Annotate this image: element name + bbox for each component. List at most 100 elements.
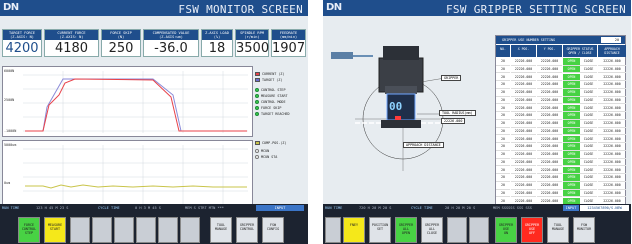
- softkey-5[interactable]: [114, 217, 134, 243]
- gripper-use-off-button[interactable]: GRIPPER USE OFF: [521, 217, 543, 243]
- cell-y-pos[interactable]: 22226.000: [537, 151, 562, 159]
- force-control-step-button[interactable]: FORCE CONTROL STEP: [18, 217, 40, 243]
- cell-x-pos[interactable]: 22226.000: [511, 74, 536, 82]
- cell-x-pos[interactable]: 22226.000: [511, 159, 536, 167]
- fsw-config-button[interactable]: FSW CONFIG: [262, 217, 284, 243]
- cell-open[interactable]: OPEN: [563, 174, 580, 182]
- cell-x-pos[interactable]: 22226.000: [511, 151, 536, 159]
- gripper-all-close-button[interactable]: GRIPPER ALL CLOSE: [421, 217, 443, 243]
- cell-close[interactable]: CLOSE: [580, 65, 597, 74]
- cell-x-pos[interactable]: 22226.000: [511, 143, 536, 151]
- softkey-6[interactable]: [447, 217, 467, 243]
- cell-open[interactable]: OPEN: [563, 65, 580, 74]
- cell-open[interactable]: OPEN: [563, 96, 580, 105]
- cell-x-pos[interactable]: 22226.000: [511, 174, 536, 182]
- cell-x-pos[interactable]: 22226.000: [511, 190, 536, 198]
- cell-approach[interactable]: 22226.000: [598, 105, 626, 113]
- cell-open[interactable]: OPEN: [563, 166, 580, 175]
- cell-open[interactable]: OPEN: [563, 182, 580, 190]
- cell-y-pos[interactable]: 22226.000: [537, 159, 562, 167]
- cell-open[interactable]: OPEN: [563, 158, 580, 167]
- cell-close[interactable]: CLOSE: [580, 174, 597, 182]
- cell-approach[interactable]: 22226.000: [598, 120, 626, 128]
- softkey-7[interactable]: [469, 217, 489, 243]
- cell-close[interactable]: CLOSE: [580, 120, 597, 128]
- cell-approach[interactable]: 22226.000: [598, 81, 626, 89]
- cell-x-pos[interactable]: 22226.000: [511, 120, 536, 128]
- cell-close[interactable]: CLOSE: [580, 135, 597, 144]
- tool-radius-value[interactable]: 22226.000: [441, 118, 466, 124]
- cell-open[interactable]: OPEN: [563, 189, 580, 198]
- input-chip[interactable]: INPUT: [256, 205, 304, 211]
- cell-y-pos[interactable]: 22226.000: [537, 97, 562, 105]
- cell-approach[interactable]: 22226.000: [598, 74, 626, 82]
- cell-approach[interactable]: 22226.000: [598, 151, 626, 159]
- softkey-6[interactable]: [136, 217, 156, 243]
- cell-close[interactable]: CLOSE: [580, 182, 597, 190]
- cell-x-pos[interactable]: 22226.000: [511, 112, 536, 120]
- cell-close[interactable]: CLOSE: [580, 73, 597, 82]
- softkey-8[interactable]: [180, 217, 200, 243]
- cell-approach[interactable]: 22226.000: [598, 58, 626, 66]
- softkey-3[interactable]: [70, 217, 90, 243]
- cell-open[interactable]: OPEN: [563, 120, 580, 128]
- cell-approach[interactable]: 22226.000: [598, 128, 626, 136]
- cell-y-pos[interactable]: 22226.000: [537, 128, 562, 136]
- position-set-button[interactable]: POSITION SET: [369, 217, 391, 243]
- cell-close[interactable]: CLOSE: [580, 189, 597, 198]
- cell-close[interactable]: CLOSE: [580, 158, 597, 167]
- cell-y-pos[interactable]: 22226.000: [537, 174, 562, 182]
- cell-open[interactable]: OPEN: [563, 58, 580, 66]
- cell-y-pos[interactable]: 22226.000: [537, 190, 562, 198]
- tool-manage-button[interactable]: TOOL MANAGE: [547, 217, 569, 243]
- input-chip[interactable]: INPUT: [563, 205, 579, 211]
- fney-button[interactable]: FNEY: [343, 217, 365, 243]
- cell-y-pos[interactable]: 22226.000: [537, 143, 562, 151]
- cell-approach[interactable]: 22226.000: [598, 159, 626, 167]
- cell-x-pos[interactable]: 22226.000: [511, 167, 536, 175]
- cell-y-pos[interactable]: 22226.000: [537, 105, 562, 113]
- cell-close[interactable]: CLOSE: [580, 81, 597, 89]
- cell-approach[interactable]: 22226.000: [598, 174, 626, 182]
- gripper-all-open-button[interactable]: GRIPPER ALL OPEN: [395, 217, 417, 243]
- cell-x-pos[interactable]: 22226.000: [511, 105, 536, 113]
- cell-y-pos[interactable]: 22226.000: [537, 89, 562, 97]
- measure-start-button[interactable]: MEASURE START: [44, 217, 66, 243]
- cell-y-pos[interactable]: 22226.000: [537, 112, 562, 120]
- cell-y-pos[interactable]: 22226.000: [537, 120, 562, 128]
- gripper-use-on-button[interactable]: GRIPPER USE ON: [495, 217, 517, 243]
- cell-close[interactable]: CLOSE: [580, 89, 597, 97]
- cell-x-pos[interactable]: 22226.000: [511, 136, 536, 144]
- cell-close[interactable]: CLOSE: [580, 143, 597, 151]
- cell-approach[interactable]: 22226.000: [598, 97, 626, 105]
- cell-approach[interactable]: 22226.000: [598, 136, 626, 144]
- cell-approach[interactable]: 22226.000: [598, 143, 626, 151]
- cell-close[interactable]: CLOSE: [580, 112, 597, 120]
- cell-close[interactable]: CLOSE: [580, 58, 597, 66]
- gripper-control-button[interactable]: GRIPPER CONTROL: [236, 217, 258, 243]
- cell-approach[interactable]: 22226.000: [598, 190, 626, 198]
- cell-y-pos[interactable]: 22226.000: [537, 136, 562, 144]
- cell-approach[interactable]: 22226.000: [598, 182, 626, 190]
- cell-x-pos[interactable]: 22226.000: [511, 182, 536, 190]
- cell-y-pos[interactable]: 22226.000: [537, 182, 562, 190]
- fsw-monitor-button[interactable]: FSW MONITOR: [573, 217, 595, 243]
- tool-manage-button[interactable]: TOOL MANAGE: [210, 217, 232, 243]
- cell-x-pos[interactable]: 22226.000: [511, 128, 536, 136]
- cell-open[interactable]: OPEN: [563, 112, 580, 120]
- cell-close[interactable]: CLOSE: [580, 151, 597, 159]
- cell-open[interactable]: OPEN: [563, 89, 580, 97]
- cell-open[interactable]: OPEN: [563, 151, 580, 159]
- cell-approach[interactable]: 22226.000: [598, 89, 626, 97]
- cell-open[interactable]: OPEN: [563, 73, 580, 82]
- cell-x-pos[interactable]: 22226.000: [511, 58, 536, 66]
- cell-x-pos[interactable]: 22226.000: [511, 81, 536, 89]
- cell-close[interactable]: CLOSE: [580, 104, 597, 113]
- cell-close[interactable]: CLOSE: [580, 127, 597, 136]
- cell-open[interactable]: OPEN: [563, 81, 580, 89]
- cell-approach[interactable]: 22226.000: [598, 112, 626, 120]
- input-field[interactable]: 1234567890/S.NEW: [580, 205, 629, 211]
- cell-open[interactable]: OPEN: [563, 104, 580, 113]
- cell-close[interactable]: CLOSE: [580, 96, 597, 105]
- cell-close[interactable]: CLOSE: [580, 166, 597, 175]
